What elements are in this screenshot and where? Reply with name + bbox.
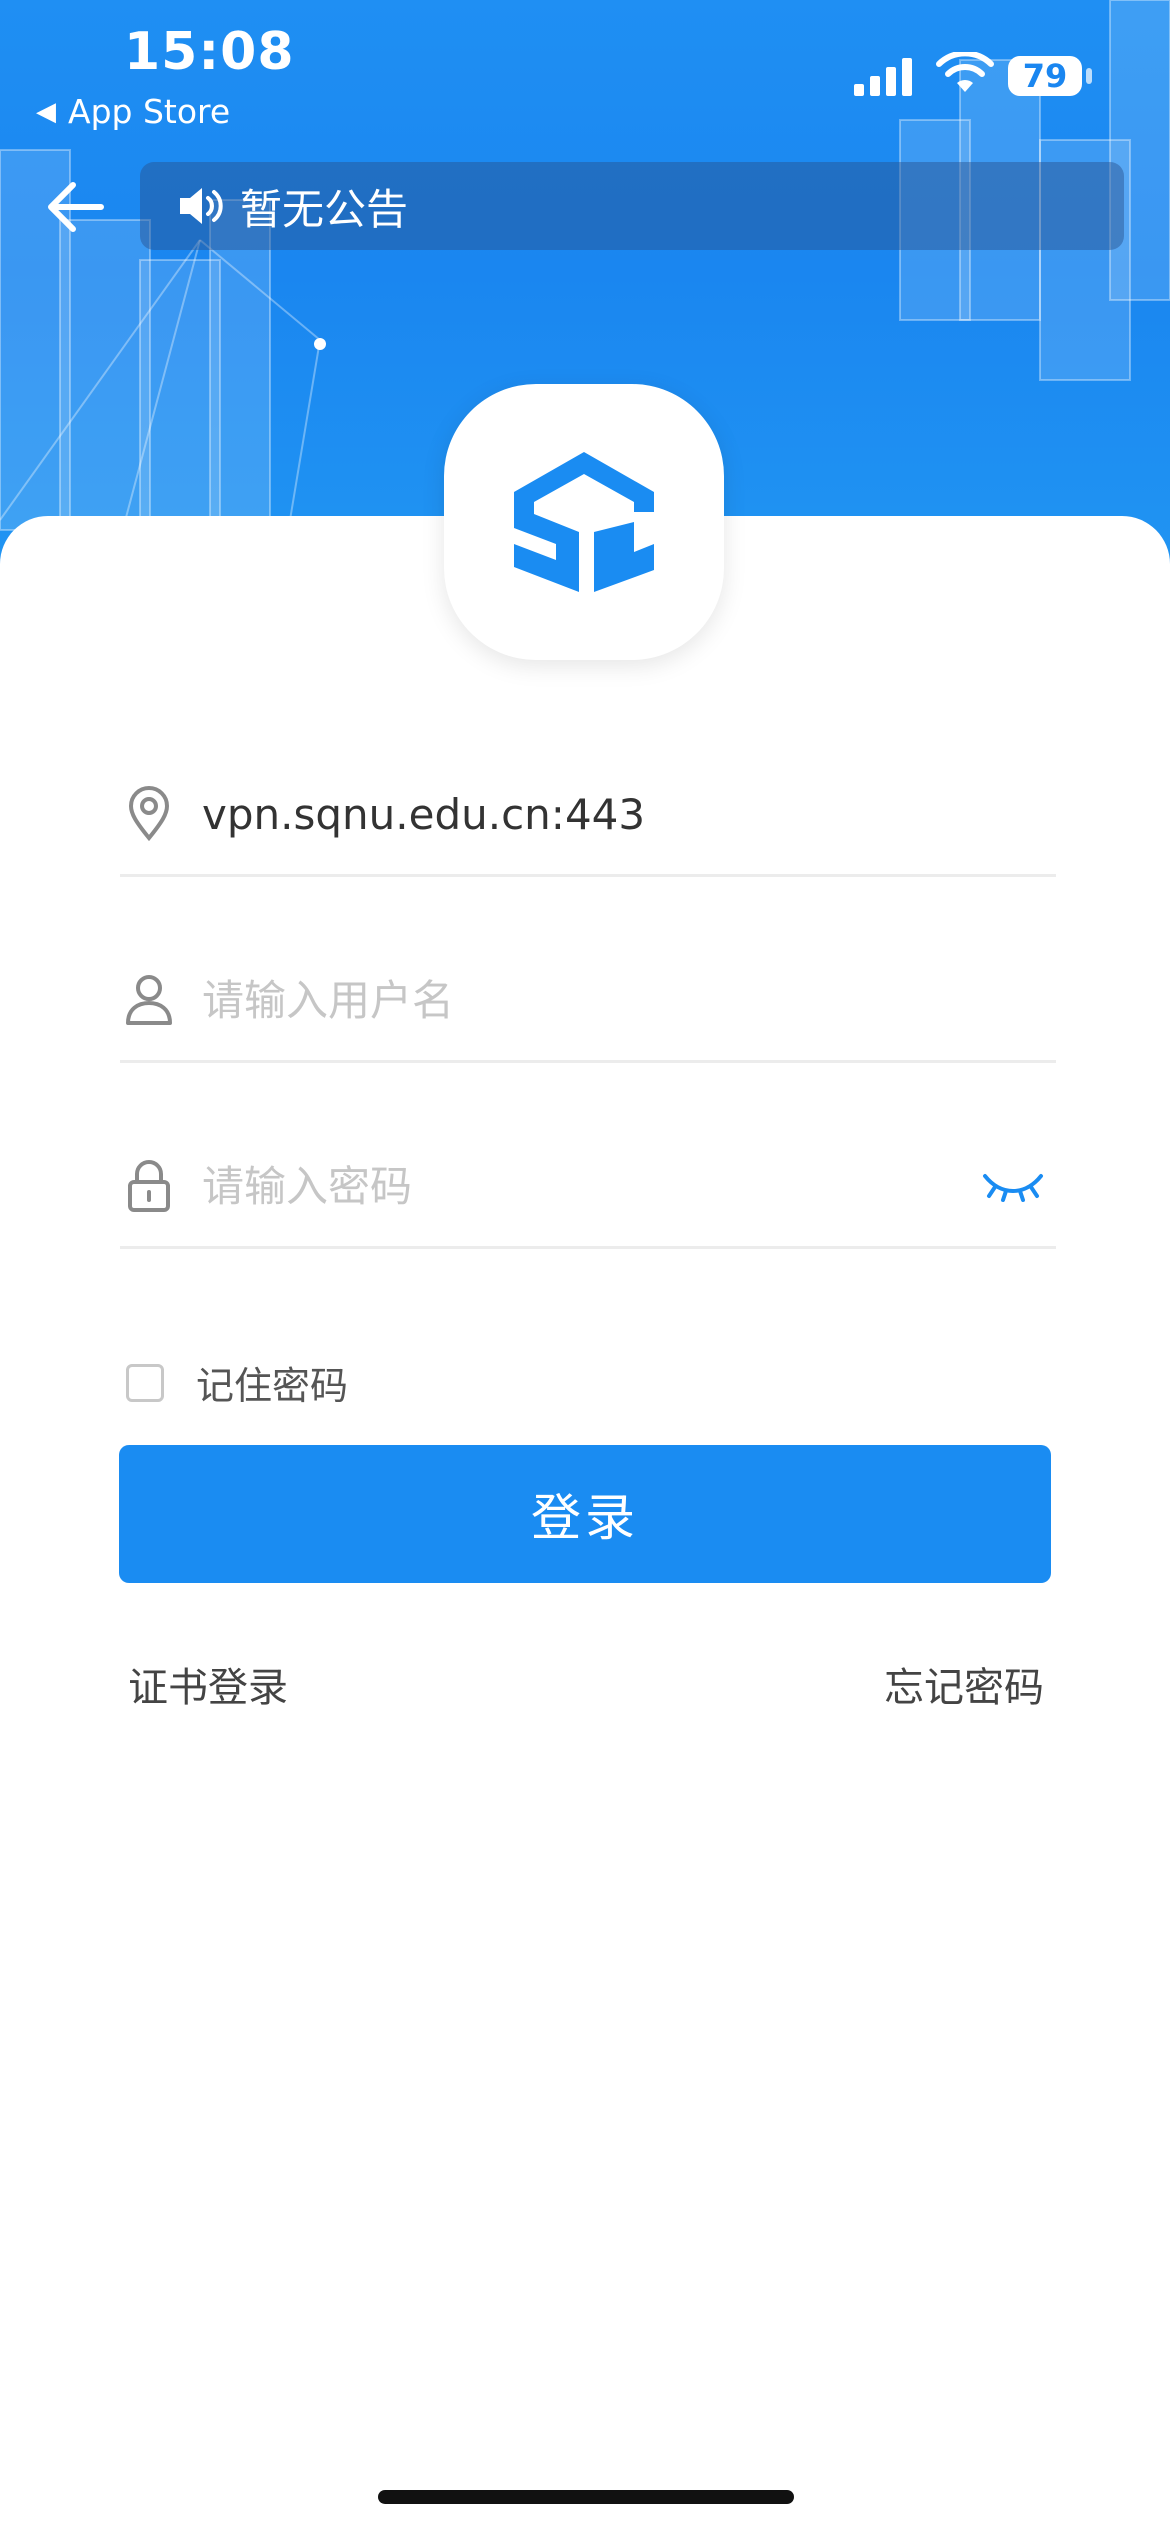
home-indicator bbox=[378, 2490, 794, 2504]
app-logo bbox=[444, 384, 724, 660]
lock-icon bbox=[120, 1157, 178, 1215]
battery-tip bbox=[1086, 68, 1092, 84]
back-to-app-link[interactable]: ◀ App Store bbox=[36, 92, 230, 131]
remember-password-toggle[interactable]: 记住密码 bbox=[126, 1355, 348, 1410]
back-button[interactable] bbox=[40, 172, 110, 242]
battery-indicator: 79 bbox=[1008, 56, 1082, 96]
user-icon bbox=[120, 971, 178, 1029]
status-time: 15:08 bbox=[124, 22, 295, 82]
remember-checkbox[interactable] bbox=[126, 1363, 164, 1402]
forgot-password-link[interactable]: 忘记密码 bbox=[884, 1655, 1044, 1713]
status-bar: 15:08 ◀ App Store 79 bbox=[0, 0, 1170, 140]
location-pin-icon bbox=[120, 785, 178, 843]
password-field[interactable] bbox=[120, 1126, 1056, 1249]
back-triangle-icon: ◀ bbox=[36, 96, 56, 127]
wifi-icon bbox=[936, 52, 994, 92]
back-app-label: App Store bbox=[68, 92, 231, 131]
announcement-bar: 暂无公告 bbox=[140, 162, 1124, 250]
cert-login-link[interactable]: 证书登录 bbox=[128, 1655, 288, 1713]
speaker-icon bbox=[176, 184, 224, 228]
username-field[interactable] bbox=[120, 940, 1056, 1063]
login-button[interactable]: 登录 bbox=[119, 1445, 1051, 1583]
eye-closed-icon[interactable] bbox=[978, 1156, 1048, 1216]
announcement-text: 暂无公告 bbox=[240, 184, 409, 234]
password-input[interactable] bbox=[202, 1161, 902, 1211]
signal-icon bbox=[854, 58, 912, 96]
server-address: vpn.sqnu.edu.cn:443 bbox=[202, 789, 646, 839]
back-arrow-icon bbox=[48, 182, 104, 232]
remember-label: 记住密码 bbox=[196, 1364, 349, 1408]
username-input[interactable] bbox=[202, 975, 902, 1025]
server-field[interactable]: vpn.sqnu.edu.cn:443 bbox=[120, 754, 1056, 877]
